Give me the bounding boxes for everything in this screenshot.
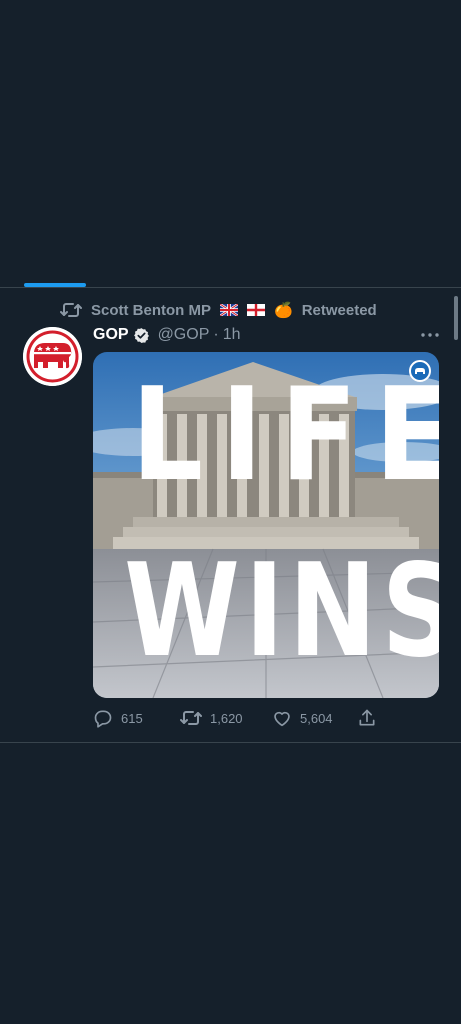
share-button[interactable] — [357, 708, 377, 728]
media-headline-line2: WINS — [124, 537, 439, 686]
reply-button[interactable]: 615 — [93, 708, 180, 728]
orange-emoji: 🍊 — [274, 302, 293, 319]
retweeter-name[interactable]: Scott Benton MP — [91, 302, 211, 319]
tweet-divider — [0, 742, 461, 743]
retweet-count: 1,620 — [210, 710, 243, 726]
verified-badge-icon — [133, 327, 150, 344]
more-dots-icon — [421, 333, 439, 337]
retweeted-label: Retweeted — [301, 301, 377, 319]
author-handle[interactable]: @GOP — [158, 326, 210, 344]
retweet-icon — [180, 711, 202, 725]
like-count: 5,604 — [300, 710, 333, 726]
avatar[interactable] — [23, 327, 82, 386]
author-name[interactable]: GOP — [93, 326, 129, 344]
reply-icon — [94, 710, 112, 728]
tweet-header: GOP @GOP · 1h — [93, 323, 241, 347]
retweet-button[interactable]: 1,620 — [180, 709, 272, 727]
tab-divider — [0, 287, 461, 288]
retweet-context[interactable]: Scott Benton MP 🍊 Retweeted — [60, 298, 377, 322]
tweet-image[interactable]: LIFE WINS — [93, 352, 439, 698]
share-icon — [359, 709, 375, 726]
gop-elephant-logo — [23, 327, 82, 386]
uk-flag-icon — [220, 304, 238, 316]
separator-dot: · — [213, 326, 219, 343]
media-headline-line1: LIFE — [131, 361, 439, 510]
like-button[interactable]: 5,604 — [272, 709, 357, 727]
gop-watermark-icon — [409, 360, 431, 382]
tweet-actions: 615 1,620 5,604 — [93, 706, 377, 730]
england-flag-icon — [247, 304, 265, 316]
heart-icon — [274, 711, 290, 727]
reply-count: 615 — [121, 710, 143, 726]
more-options-button[interactable] — [420, 326, 440, 344]
retweet-icon — [60, 301, 82, 319]
scrollbar[interactable] — [454, 296, 458, 340]
tweet-timestamp[interactable]: 1h — [223, 326, 241, 344]
